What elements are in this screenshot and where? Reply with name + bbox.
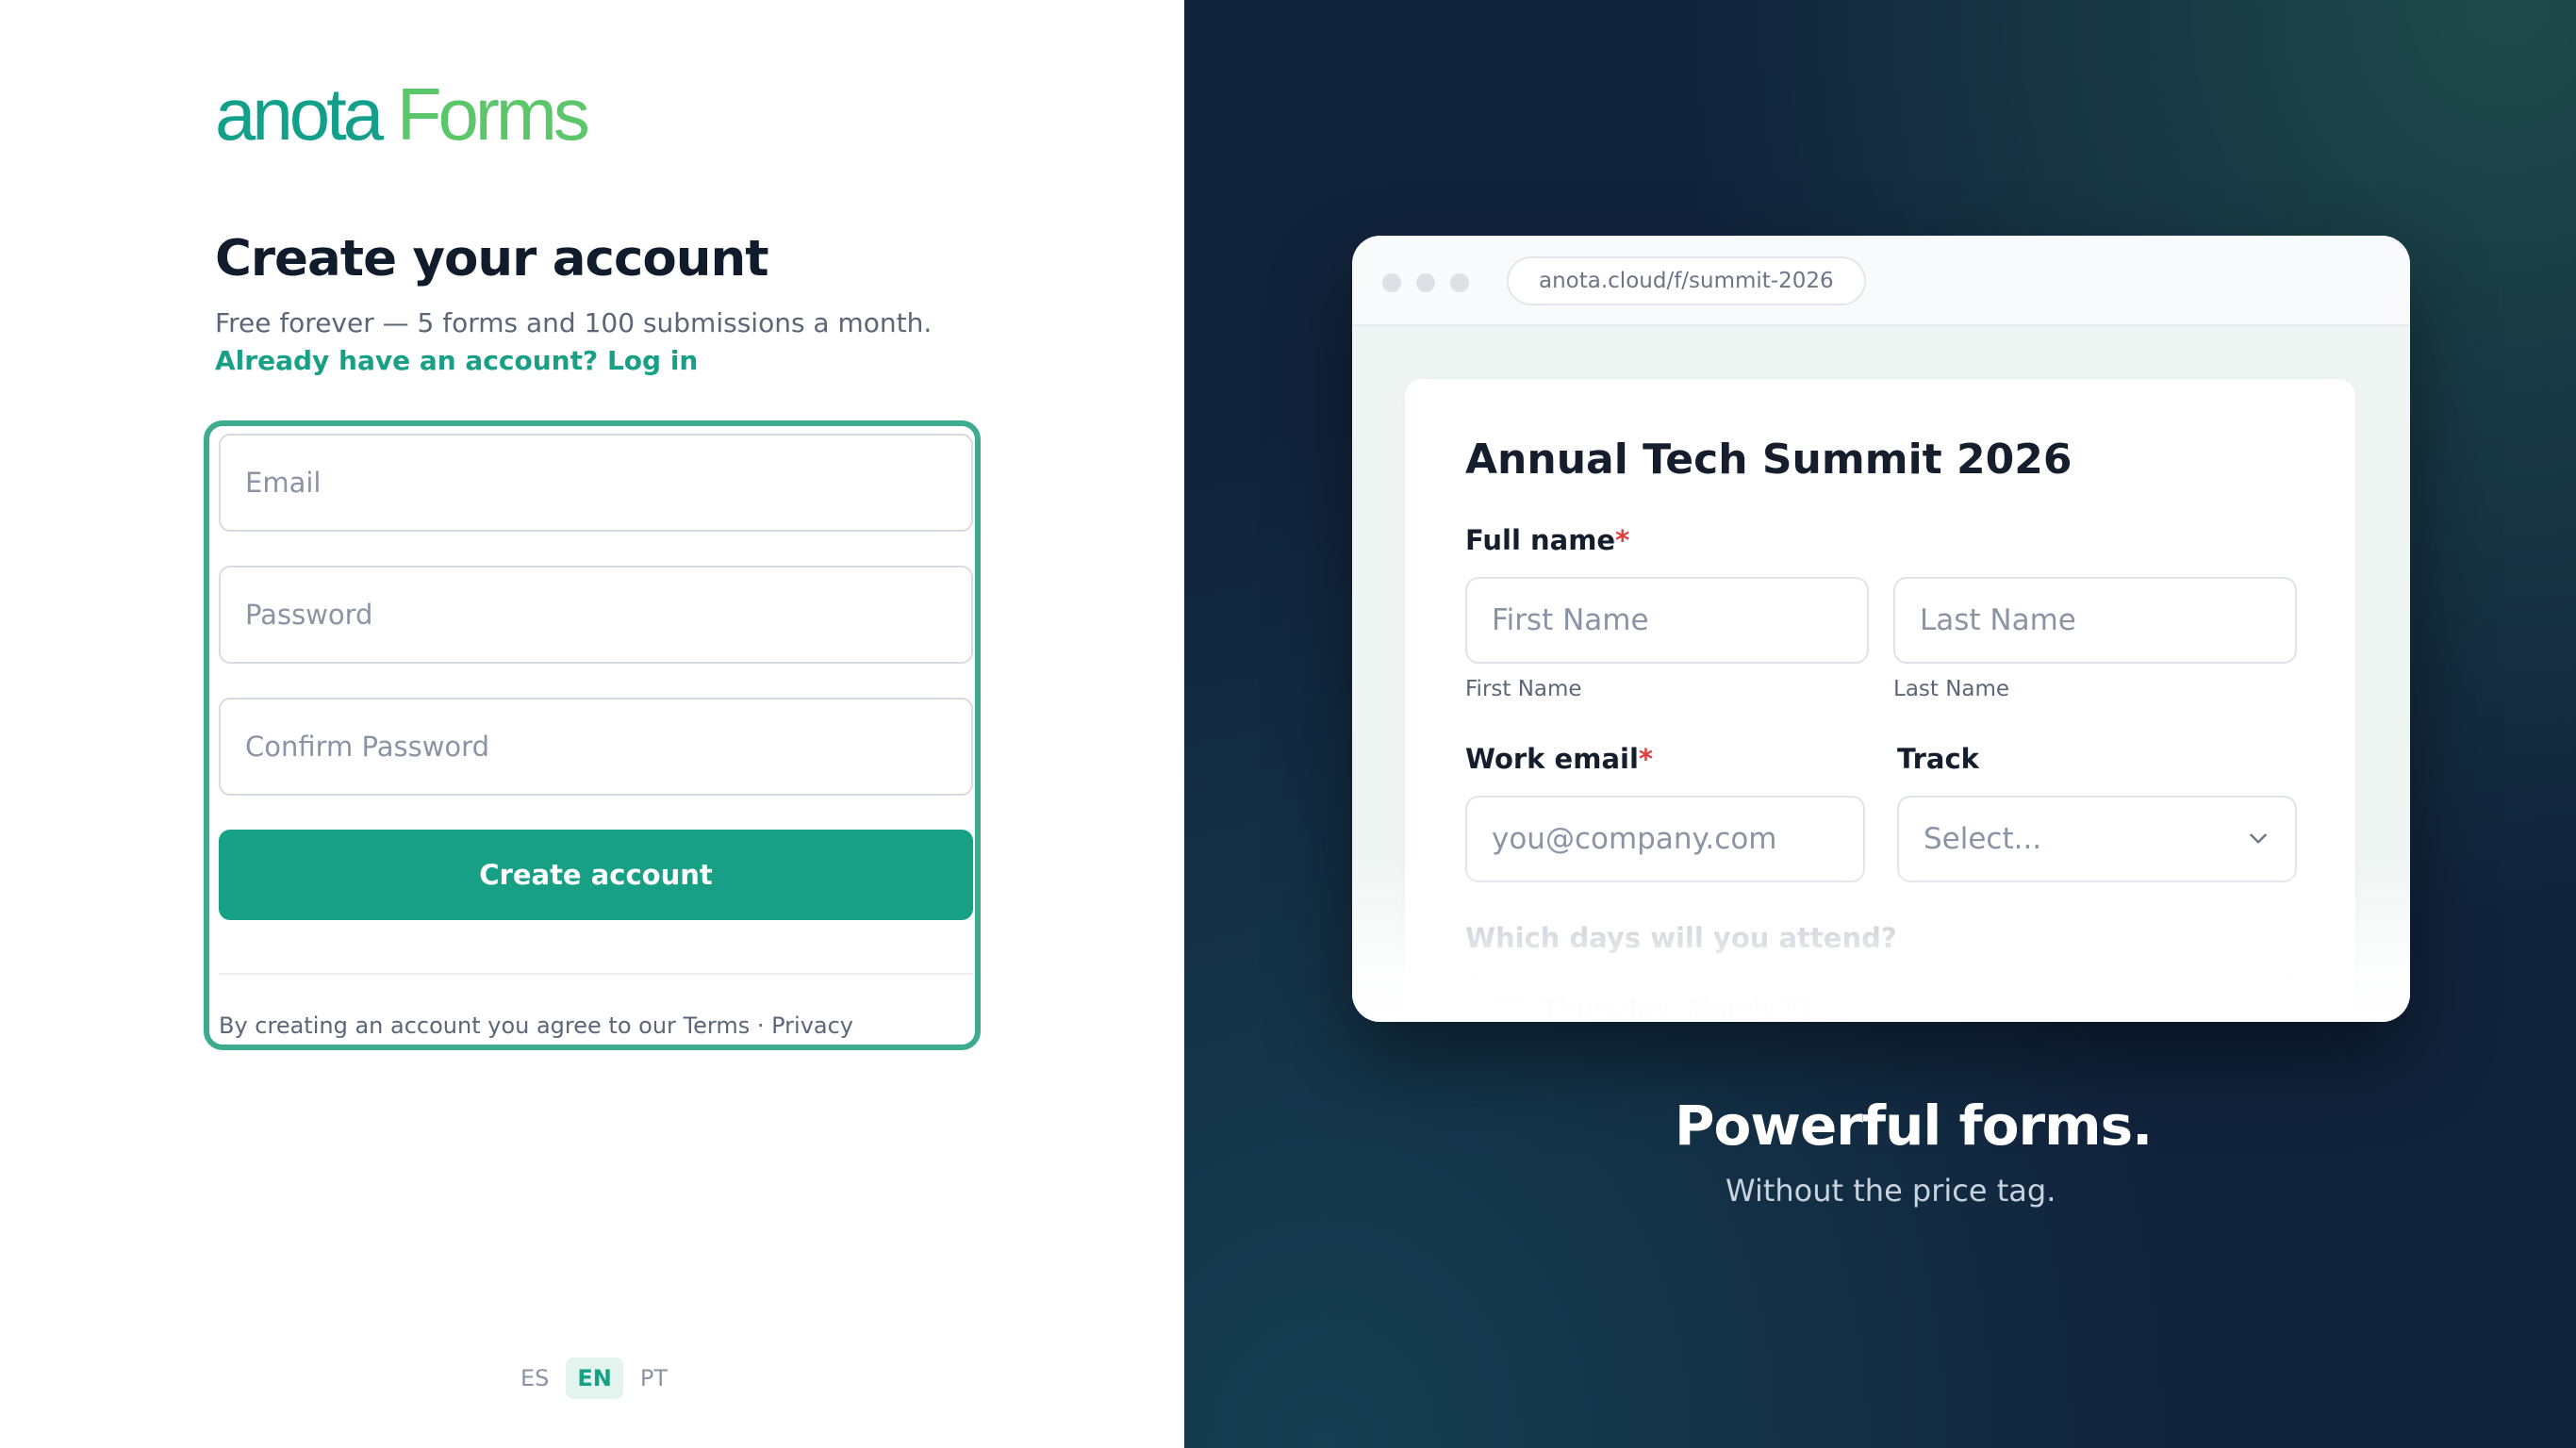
work-email-label: Work email* [1465, 743, 1653, 775]
first-name-sublabel: First Name [1465, 677, 1582, 701]
language-en[interactable]: EN [566, 1358, 623, 1399]
full-name-label-text: Full name [1465, 524, 1616, 556]
last-name-sublabel: Last Name [1893, 677, 2010, 701]
day-option: Thursday, March 12 [1465, 973, 2295, 1022]
language-pt[interactable]: PT [629, 1358, 679, 1399]
signup-form: Create account By creating an account yo… [204, 420, 981, 1050]
language-switcher: ES EN PT [509, 1358, 679, 1399]
form-preview-card: Annual Tech Summit 2026 Full name* First… [1405, 379, 2355, 1022]
terms-prefix: By creating an account you agree to our [219, 1012, 684, 1039]
last-name-input: Last Name [1893, 577, 2297, 664]
brand-word-anota: anota [215, 73, 384, 156]
work-email-label-text: Work email [1465, 743, 1639, 775]
track-label: Track [1897, 743, 1979, 775]
tagline-headline: Powerful forms. [1675, 1094, 2153, 1158]
password-input[interactable] [219, 566, 973, 664]
days-question: Which days will you attend? [1465, 922, 1897, 954]
day-option-label: Thursday, March 12 [1543, 994, 1814, 1022]
email-input[interactable] [219, 434, 973, 532]
form-divider [219, 973, 973, 975]
plan-subtitle: Free forever — 5 forms and 100 submissio… [215, 307, 933, 338]
track-select-value: Select... [1924, 822, 2042, 856]
window-dot-icon [1416, 273, 1435, 292]
track-select: Select... [1897, 796, 2297, 882]
terms-separator: · [750, 1012, 772, 1039]
required-mark: * [1638, 743, 1654, 775]
browser-mockup: anota.cloud/f/summit-2026 Annual Tech Su… [1352, 236, 2410, 1022]
checkbox-icon [1490, 997, 1524, 1022]
tagline-subline: Without the price tag. [1726, 1173, 2056, 1209]
confirm-password-input[interactable] [219, 698, 973, 796]
page-title: Create your account [215, 230, 769, 288]
chevron-down-icon [2250, 833, 2267, 844]
window-dot-icon [1450, 273, 1469, 292]
brand-logo[interactable]: anota Forms [215, 77, 590, 151]
signup-panel: anota Forms Create your account Free for… [0, 0, 1184, 1448]
privacy-link[interactable]: Privacy [771, 1012, 853, 1039]
language-es[interactable]: ES [509, 1358, 560, 1399]
address-bar: anota.cloud/f/summit-2026 [1507, 256, 1866, 305]
terms-link[interactable]: Terms [684, 1012, 751, 1039]
first-name-input: First Name [1465, 577, 1869, 664]
required-mark: * [1615, 524, 1630, 556]
create-account-button[interactable]: Create account [219, 830, 973, 920]
browser-viewport: Annual Tech Summit 2026 Full name* First… [1352, 326, 2410, 1022]
login-link[interactable]: Already have an account? Log in [215, 345, 698, 376]
browser-toolbar: anota.cloud/f/summit-2026 [1352, 236, 2410, 326]
marketing-panel: anota.cloud/f/summit-2026 Annual Tech Su… [1184, 0, 2576, 1448]
form-title: Annual Tech Summit 2026 [1465, 436, 2072, 484]
brand-word-forms: Forms [380, 73, 590, 156]
terms-notice: By creating an account you agree to our … [219, 1012, 853, 1039]
window-dot-icon [1382, 273, 1401, 292]
full-name-label: Full name* [1465, 524, 1629, 556]
work-email-input: you@company.com [1465, 796, 1865, 882]
